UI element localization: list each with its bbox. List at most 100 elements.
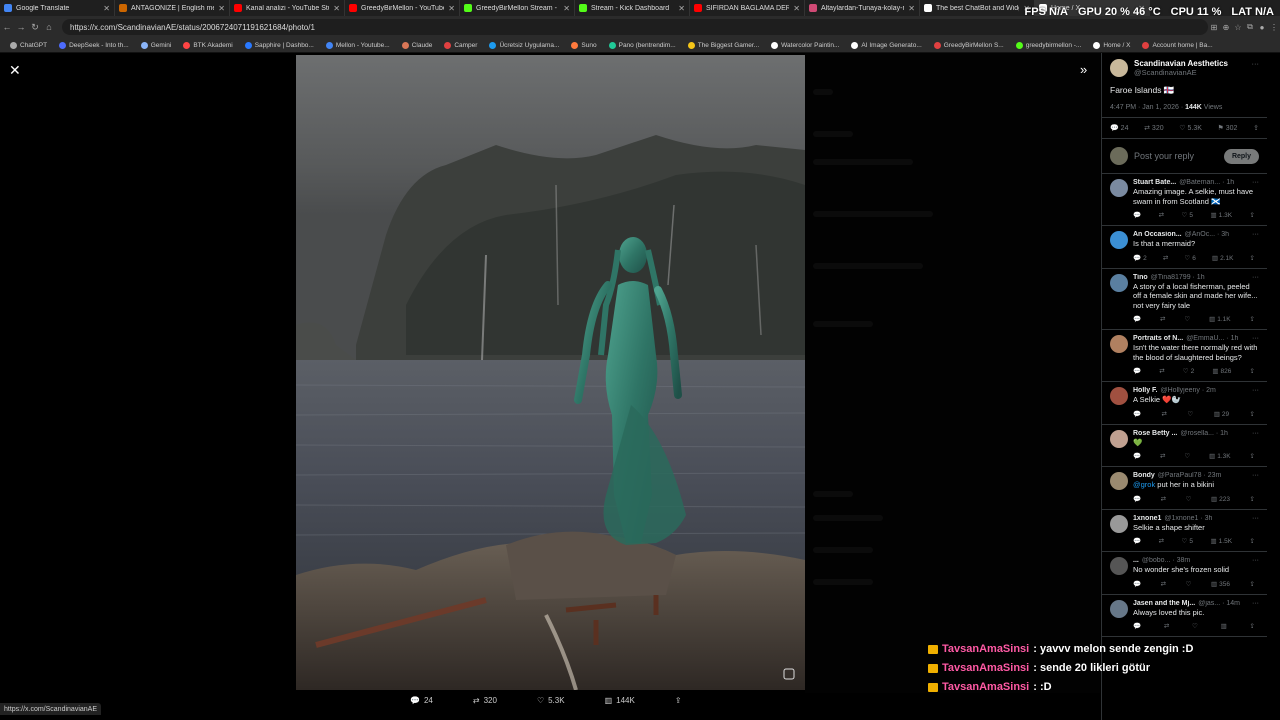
reply-more-icon[interactable]: ··· <box>1252 472 1259 479</box>
repost-action[interactable]: ⇄ 320 <box>473 696 497 705</box>
repost-action[interactable]: ⇄ <box>1159 211 1164 219</box>
chat-username[interactable]: TavsanAmaSinsi <box>942 678 1029 697</box>
views-action[interactable]: ▥ 1.5K <box>1211 537 1233 545</box>
post-time[interactable]: 4:47 PM · Jan 1, 2026 · <box>1110 104 1185 111</box>
bookmark-item[interactable]: Sapphire | Dashbo... <box>239 41 320 49</box>
reply-more-icon[interactable]: ··· <box>1252 179 1259 186</box>
bookmark-item[interactable]: Home / X <box>1087 41 1136 49</box>
tab-close-icon[interactable]: ✕ <box>908 4 915 13</box>
reply-author-name[interactable]: Holly F. <box>1133 387 1158 394</box>
reply-action[interactable]: 💬 <box>1133 315 1141 323</box>
reply-handle[interactable]: @AnOc... · 3h <box>1185 231 1229 238</box>
tab-close-icon[interactable]: ✕ <box>218 4 225 13</box>
reply-item[interactable]: Rose Betty ... @rosella... · 1h ··· 💚 💬 ⇄ ♡ ▥ 1.… <box>1102 425 1267 467</box>
reply-button[interactable]: Reply <box>1223 148 1259 164</box>
reply-avatar[interactable] <box>1110 179 1128 197</box>
bookmark-item[interactable]: Mellon - Youtube... <box>320 41 396 49</box>
url-field[interactable]: https://x.com/ScandinavianAE/status/2006… <box>62 19 1208 35</box>
menu-icon[interactable]: ⋮ <box>1268 23 1280 32</box>
reply-avatar[interactable] <box>1110 514 1128 533</box>
bookmark-item[interactable]: Ücretsiz Uygulama... <box>483 41 565 49</box>
reply-avatar[interactable] <box>1110 429 1128 448</box>
reply-mention[interactable]: @grok <box>1133 480 1155 489</box>
reply-handle[interactable]: @1xnone1 · 3h <box>1164 515 1212 522</box>
bookmark-item[interactable]: ChatGPT <box>4 41 53 49</box>
author-handle[interactable]: @ScandinavianAE <box>1134 68 1246 77</box>
reply-more-icon[interactable]: ··· <box>1252 274 1259 281</box>
share-action[interactable]: ⇪ <box>675 696 682 705</box>
bookmark-item[interactable]: Suno <box>565 41 602 49</box>
repost-action[interactable]: ⇄ <box>1161 495 1166 503</box>
reply-item[interactable]: Portraits of N... @EmmaU... · 1h ··· Isn't … <box>1102 330 1267 382</box>
views-action[interactable]: ▥ 1.1K <box>1209 315 1231 323</box>
reply-more-icon[interactable]: ··· <box>1252 387 1259 394</box>
views-action[interactable]: ▥ 2.1K <box>1212 254 1234 262</box>
heart-action[interactable]: ♡ 5 <box>1182 537 1193 545</box>
like-action[interactable]: ♡ 5.3K <box>537 696 565 705</box>
browser-tab[interactable]: SIFIRDAN BAĞLAMA DERSLERİ ✕ <box>690 0 805 16</box>
heart-action[interactable]: ♡ 5 <box>1182 211 1193 219</box>
reply-action[interactable]: 💬 <box>1133 367 1141 375</box>
reply-action[interactable]: 💬 <box>1133 537 1141 545</box>
reply-avatar[interactable] <box>1110 557 1128 575</box>
bookmark-item[interactable]: GreedyBirMellon S... <box>928 41 1010 49</box>
repost-action[interactable]: ⇄ <box>1163 254 1168 262</box>
repost-action[interactable]: ⇄ <box>1161 580 1166 588</box>
browser-tab[interactable]: Google Translate ✕ <box>0 0 115 16</box>
reply-author-name[interactable]: Jasen and the Mj... <box>1133 600 1195 607</box>
bookmark-item[interactable]: BTK Akademi <box>177 41 238 49</box>
reply-action[interactable]: 💬 <box>1133 580 1141 588</box>
reply-item[interactable]: ... @bobo... · 38m ··· No wonder she's froz… <box>1102 552 1267 595</box>
repost-action[interactable]: ⇄ <box>1159 367 1164 375</box>
zoom-icon[interactable]: ⊕ <box>1220 23 1232 32</box>
reply-action[interactable]: 💬 <box>1133 622 1141 630</box>
views-action[interactable]: ▥ 1.3K <box>1209 452 1231 460</box>
reply-handle[interactable]: @Hollyjeeny · 2m <box>1161 387 1216 394</box>
close-icon[interactable]: ✕ <box>9 62 21 79</box>
reply-more-icon[interactable]: ··· <box>1252 600 1259 607</box>
repost-action[interactable]: ⇄ <box>1159 537 1164 545</box>
reply-author-name[interactable]: 1xnone1 <box>1133 515 1161 522</box>
bookmark-item[interactable]: Account home | Ba... <box>1136 41 1218 49</box>
heart-action[interactable]: ♡ 2 <box>1183 367 1194 375</box>
reply-avatar[interactable] <box>1110 231 1128 249</box>
reply-more-icon[interactable]: ··· <box>1252 231 1259 238</box>
tab-close-icon[interactable]: ✕ <box>103 4 110 13</box>
reply-avatar[interactable] <box>1110 599 1128 618</box>
reply-action[interactable]: 💬 <box>1133 410 1141 418</box>
reply-item[interactable]: 1xnone1 @1xnone1 · 3h ··· Selkie a shape sh… <box>1102 510 1267 552</box>
translate-icon[interactable]: ⊞ <box>1208 23 1220 32</box>
heart-action[interactable]: ♡ <box>1184 452 1190 460</box>
share-icon[interactable]: ⇪ <box>1250 495 1255 503</box>
tab-close-icon[interactable]: ✕ <box>563 4 570 13</box>
reply-author-name[interactable]: Bondy <box>1133 472 1155 479</box>
views-action[interactable]: ▥ 826 <box>1212 367 1231 375</box>
reply-item[interactable]: Jasen and the Mj... @jas... · 14m ··· Alway… <box>1102 595 1267 637</box>
reply-action[interactable]: 💬 24 <box>410 696 433 705</box>
browser-tab[interactable]: Stream - Kick Dashboard ✕ <box>575 0 690 16</box>
post-photo[interactable] <box>296 55 805 690</box>
views-action[interactable]: ▥ 1.3K <box>1211 211 1233 219</box>
repost-action[interactable]: ⇄ <box>1164 622 1169 630</box>
share-icon[interactable]: ⇪ <box>1250 367 1255 375</box>
reload-icon[interactable]: ↻ <box>28 22 42 33</box>
share-icon[interactable]: ⇪ <box>1250 580 1255 588</box>
browser-tab[interactable]: The best ChatBot and Widgets f...✕ <box>920 0 1035 16</box>
bookmark-item[interactable]: Camper <box>438 41 483 49</box>
profile-icon[interactable]: ● <box>1256 23 1268 32</box>
reply-item[interactable]: Tino @Tina81799 · 1h ··· A story of a local… <box>1102 269 1267 330</box>
browser-tab[interactable]: Kanal analizi - YouTube Studio ✕ <box>230 0 345 16</box>
author-avatar[interactable] <box>1110 59 1128 77</box>
reply-handle[interactable]: @ParaPaul78 · 23m <box>1158 472 1222 479</box>
heart-action[interactable]: ♡ <box>1186 495 1192 503</box>
bookmark-item[interactable]: Watercolor Paintin... <box>765 41 845 49</box>
reply-author-name[interactable]: Portraits of N... <box>1133 335 1183 342</box>
tab-close-icon[interactable]: ✕ <box>678 4 685 13</box>
post-like-action[interactable]: ♡ 5.3K <box>1179 124 1202 132</box>
reply-author-name[interactable]: Tino <box>1133 274 1148 281</box>
share-icon[interactable]: ⇪ <box>1250 537 1255 545</box>
share-icon[interactable]: ⇪ <box>1250 315 1255 323</box>
reply-action[interactable]: 💬 <box>1133 495 1141 503</box>
bookmark-item[interactable]: DeepSeek - Into th... <box>53 41 135 49</box>
share-icon[interactable]: ⇪ <box>1250 410 1255 418</box>
